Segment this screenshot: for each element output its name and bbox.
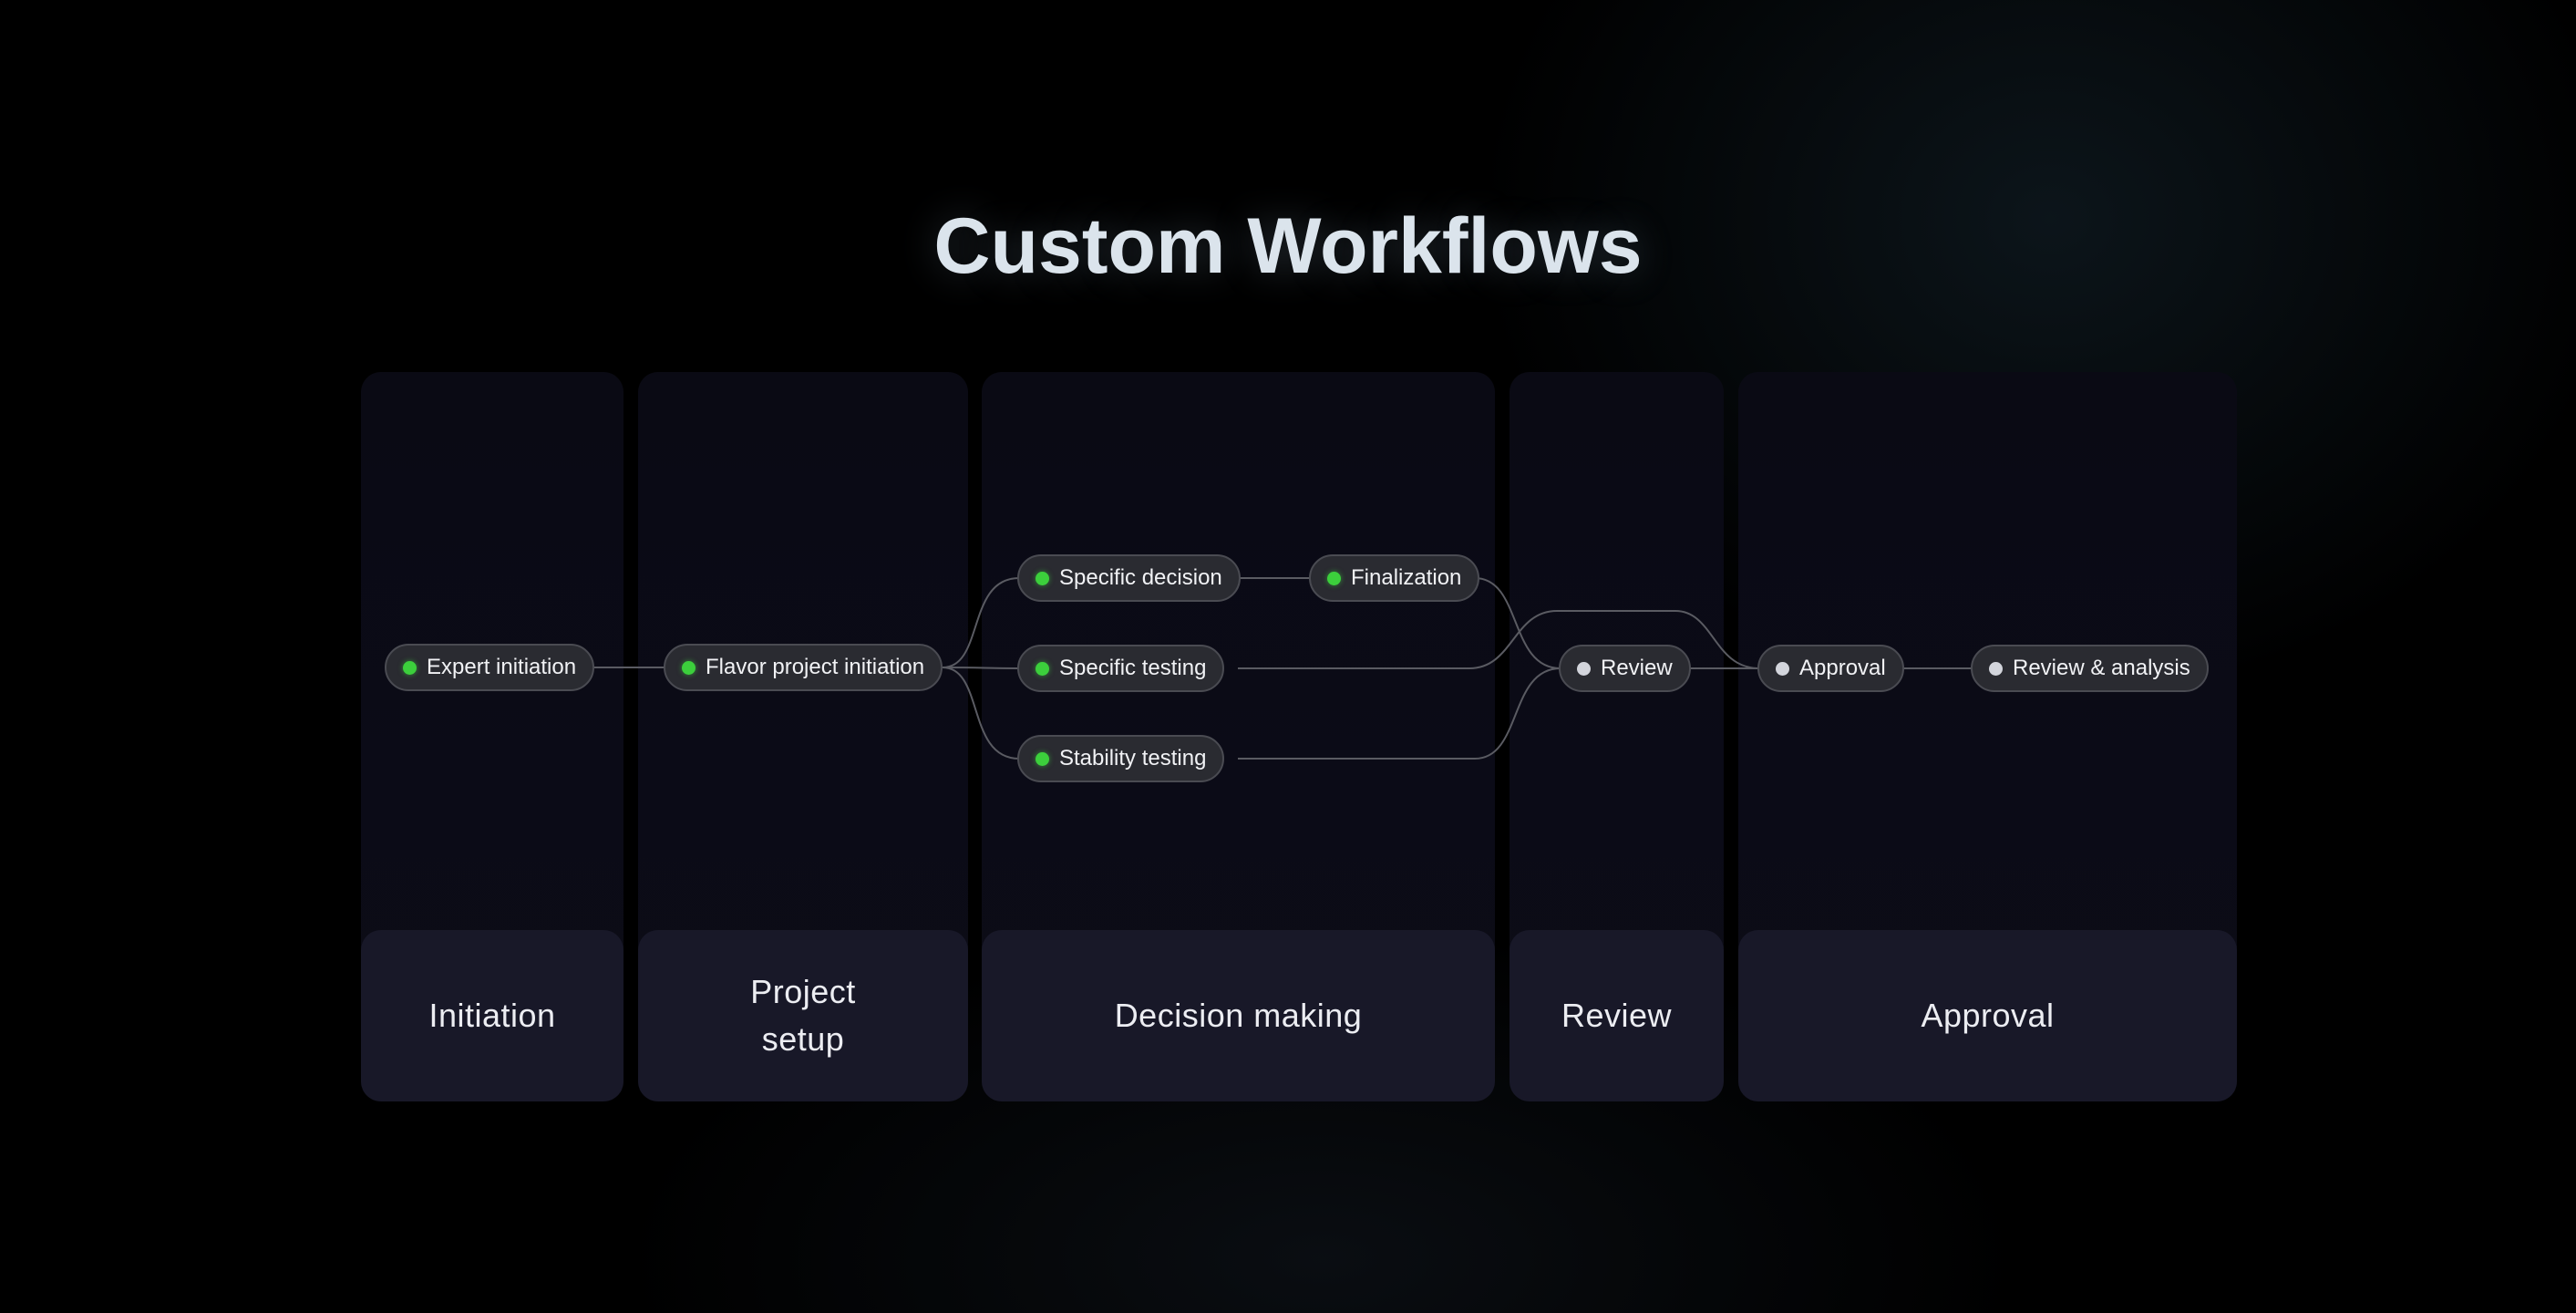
connector-finalization-to-review [1474,577,1561,669]
workflow-page: Custom Workflows Initiation Project setu… [0,0,2576,1313]
node-label: Review [1601,656,1673,680]
connector-flavor-to-specific-testing [942,667,1020,669]
status-dot-active-icon [682,660,696,675]
node-review-analysis[interactable]: Review & analysis [1971,645,2209,692]
node-label: Specific decision [1059,565,1222,590]
node-specific-testing[interactable]: Specific testing [1017,645,1225,692]
status-dot-active-icon [1036,751,1049,766]
node-label: Review & analysis [2013,656,2190,680]
node-expert-initiation[interactable]: Expert initiation [385,644,595,691]
node-specific-decision[interactable]: Specific decision [1017,554,1241,602]
status-dot-active-icon [403,660,417,675]
node-flavor-project-initiation[interactable]: Flavor project initiation [664,644,943,691]
node-label: Specific testing [1059,656,1207,680]
status-dot-pending-icon [1776,661,1789,676]
node-stability-testing[interactable]: Stability testing [1017,735,1225,782]
node-approval[interactable]: Approval [1757,645,1904,692]
node-label: Flavor project initiation [706,655,925,679]
connector-flavor-to-specific-decision [942,577,1020,668]
status-dot-active-icon [1036,661,1049,676]
node-review[interactable]: Review [1559,645,1691,692]
status-dot-active-icon [1036,571,1049,585]
node-finalization[interactable]: Finalization [1309,554,1480,602]
status-dot-active-icon [1327,571,1341,585]
connector-flavor-to-stability-testing [942,667,1020,760]
connector-stability-testing-to-review [1238,667,1561,760]
status-dot-pending-icon [1989,661,2003,676]
status-dot-pending-icon [1577,661,1591,676]
node-label: Approval [1799,656,1886,680]
node-label: Finalization [1351,565,1462,590]
node-label: Stability testing [1059,746,1207,770]
node-label: Expert initiation [427,655,577,679]
